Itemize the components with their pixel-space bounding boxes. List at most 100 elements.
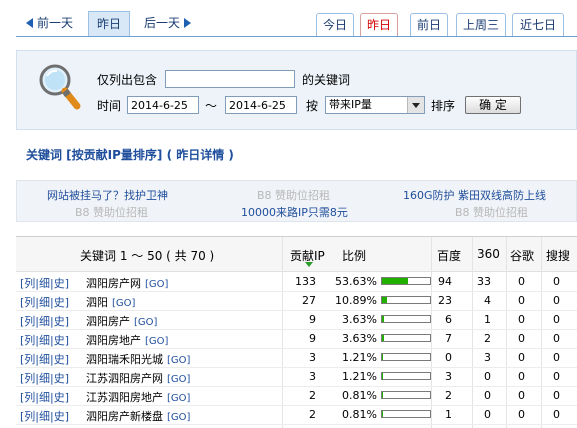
date-to-input[interactable] (225, 96, 297, 114)
col-google-header[interactable]: 谷歌 (510, 247, 534, 264)
yesterday-nav-button[interactable]: 昨日 (88, 11, 131, 37)
history-link[interactable]: 史 (54, 391, 65, 404)
go-link[interactable]: [GO] (112, 298, 135, 309)
row-action-links: [列|细|史] (20, 351, 69, 367)
ratio-bar (381, 334, 431, 342)
sort-by-label: 按 (306, 99, 319, 113)
s360-cell: 3 (484, 351, 491, 364)
list-link[interactable]: 列 (24, 334, 35, 347)
detail-link[interactable]: 细 (39, 372, 50, 385)
date-from-input[interactable] (127, 96, 199, 114)
tab-yesterday[interactable]: 昨日 (360, 13, 398, 37)
list-link[interactable]: 列 (24, 391, 35, 404)
bracket: ] (64, 410, 70, 423)
confirm-button[interactable]: 确 定 (465, 96, 521, 114)
keyword-text[interactable]: 泗阳 (86, 296, 108, 309)
col-ratio-header: 比例 (342, 249, 367, 263)
baidu-cell: 3 (445, 370, 452, 383)
prev-day-link[interactable]: 前一天 (26, 11, 73, 35)
magnifier-icon (39, 64, 81, 110)
arrow-right-icon (184, 17, 192, 28)
keyword-text[interactable]: 泗阳房产新楼盘 (86, 410, 163, 423)
ratio-bar (381, 353, 431, 361)
keyword-filter-input[interactable] (165, 70, 295, 88)
baidu-cell: 6 (445, 313, 452, 326)
go-link[interactable]: [GO] (145, 279, 168, 290)
col-baidu-header[interactable]: 百度 (437, 247, 461, 264)
ad-link-traffic[interactable]: 10000来路IP只需8元 (241, 204, 348, 220)
ad-slot-placeholder[interactable]: B8 赞助位招租 (455, 204, 528, 220)
list-link[interactable]: 列 (24, 315, 35, 328)
s360-cell: 1 (484, 313, 491, 326)
detail-link[interactable]: 细 (39, 353, 50, 366)
list-link[interactable]: 列 (24, 410, 35, 423)
history-link[interactable]: 史 (54, 315, 65, 328)
table-row: [列|细|史] 泗阳 [GO] 27 10.89% 23 4 0 0 (16, 291, 577, 311)
history-link[interactable]: 史 (54, 410, 65, 423)
ad-link-hwsafe[interactable]: 网站被挂马了？找护卫神 (47, 187, 168, 203)
col-sogou-header[interactable]: 搜搜 (546, 247, 570, 264)
ratio-bar (381, 372, 431, 380)
baidu-cell: 0 (445, 351, 452, 364)
sogou-cell: 0 (553, 351, 560, 364)
col-keyword-header: 关键词 1 ～ 50 ( 共 70 ) (80, 249, 215, 263)
detail-link[interactable]: 细 (39, 391, 50, 404)
keyword-text[interactable]: 泗阳房产 (86, 315, 130, 328)
row-action-links: [列|细|史] (20, 370, 69, 386)
detail-link[interactable]: 细 (39, 296, 50, 309)
bracket: ] (64, 315, 70, 328)
list-link[interactable]: 列 (24, 372, 35, 385)
keyword-text[interactable]: 泗阳房地产 (86, 334, 141, 347)
baidu-cell: 7 (445, 332, 452, 345)
go-link[interactable]: [GO] (167, 355, 190, 366)
go-link[interactable]: [GO] (167, 412, 190, 423)
history-link[interactable]: 史 (54, 372, 65, 385)
list-link[interactable]: 列 (24, 277, 35, 290)
col-360-header[interactable]: 360 (477, 247, 500, 261)
next-day-link[interactable]: 后一天 (144, 11, 192, 35)
ratio-cell: 10.89% (335, 294, 377, 307)
arrow-left-icon (26, 17, 33, 28)
go-link[interactable]: [GO] (167, 374, 190, 385)
google-cell: 0 (518, 275, 525, 288)
history-link[interactable]: 史 (54, 296, 65, 309)
sogou-cell: 0 (553, 408, 560, 421)
search-panel: 仅列出包含 的关键词 时间 ～ 按 带来IP量 排序 确 定 (16, 50, 577, 130)
tab-last-wednesday[interactable]: 上周三 (456, 13, 506, 36)
tab-day-before[interactable]: 前日 (410, 13, 448, 36)
ip-count-cell: 133 (295, 275, 316, 288)
list-link[interactable]: 列 (24, 296, 35, 309)
row-action-links: [列|细|史] (20, 408, 69, 424)
keyword-text[interactable]: 江苏泗阳房地产 (86, 391, 163, 404)
keyword-text[interactable]: 泗阳房产网 (86, 277, 141, 290)
bracket: ] (64, 334, 70, 347)
ad-slot-placeholder[interactable]: B8 赞助位招租 (75, 204, 148, 220)
sogou-cell: 0 (553, 389, 560, 402)
chevron-down-icon (407, 97, 424, 113)
detail-link[interactable]: 细 (39, 315, 50, 328)
history-link[interactable]: 史 (54, 353, 65, 366)
detail-link[interactable]: 细 (39, 410, 50, 423)
ratio-bar-fill (382, 297, 388, 303)
sogou-cell: 0 (553, 332, 560, 345)
tab-today[interactable]: 今日 (316, 13, 354, 36)
bracket: ] (64, 277, 70, 290)
history-link[interactable]: 史 (54, 277, 65, 290)
detail-link[interactable]: 细 (39, 334, 50, 347)
sogou-cell: 0 (553, 275, 560, 288)
keyword-text[interactable]: 泗阳瑞禾阳光城 (86, 353, 163, 366)
history-link[interactable]: 史 (54, 334, 65, 347)
list-link[interactable]: 列 (24, 353, 35, 366)
keyword-text[interactable]: 江苏泗阳房产网 (86, 372, 163, 385)
google-cell: 0 (518, 408, 525, 421)
tab-last-seven-days[interactable]: 近七日 (512, 13, 564, 36)
detail-link[interactable]: 细 (39, 277, 50, 290)
go-link[interactable]: [GO] (134, 317, 157, 328)
row-action-links: [列|细|史] (20, 275, 69, 291)
go-link[interactable]: [GO] (145, 336, 168, 347)
sort-select[interactable]: 带来IP量 (325, 96, 425, 114)
ad-link-ddos[interactable]: 160G防护 紫田双线高防上线 (403, 187, 546, 203)
google-cell: 0 (518, 351, 525, 364)
go-link[interactable]: [GO] (167, 393, 190, 404)
ad-slot-placeholder[interactable]: B8 赞助位招租 (257, 187, 330, 203)
